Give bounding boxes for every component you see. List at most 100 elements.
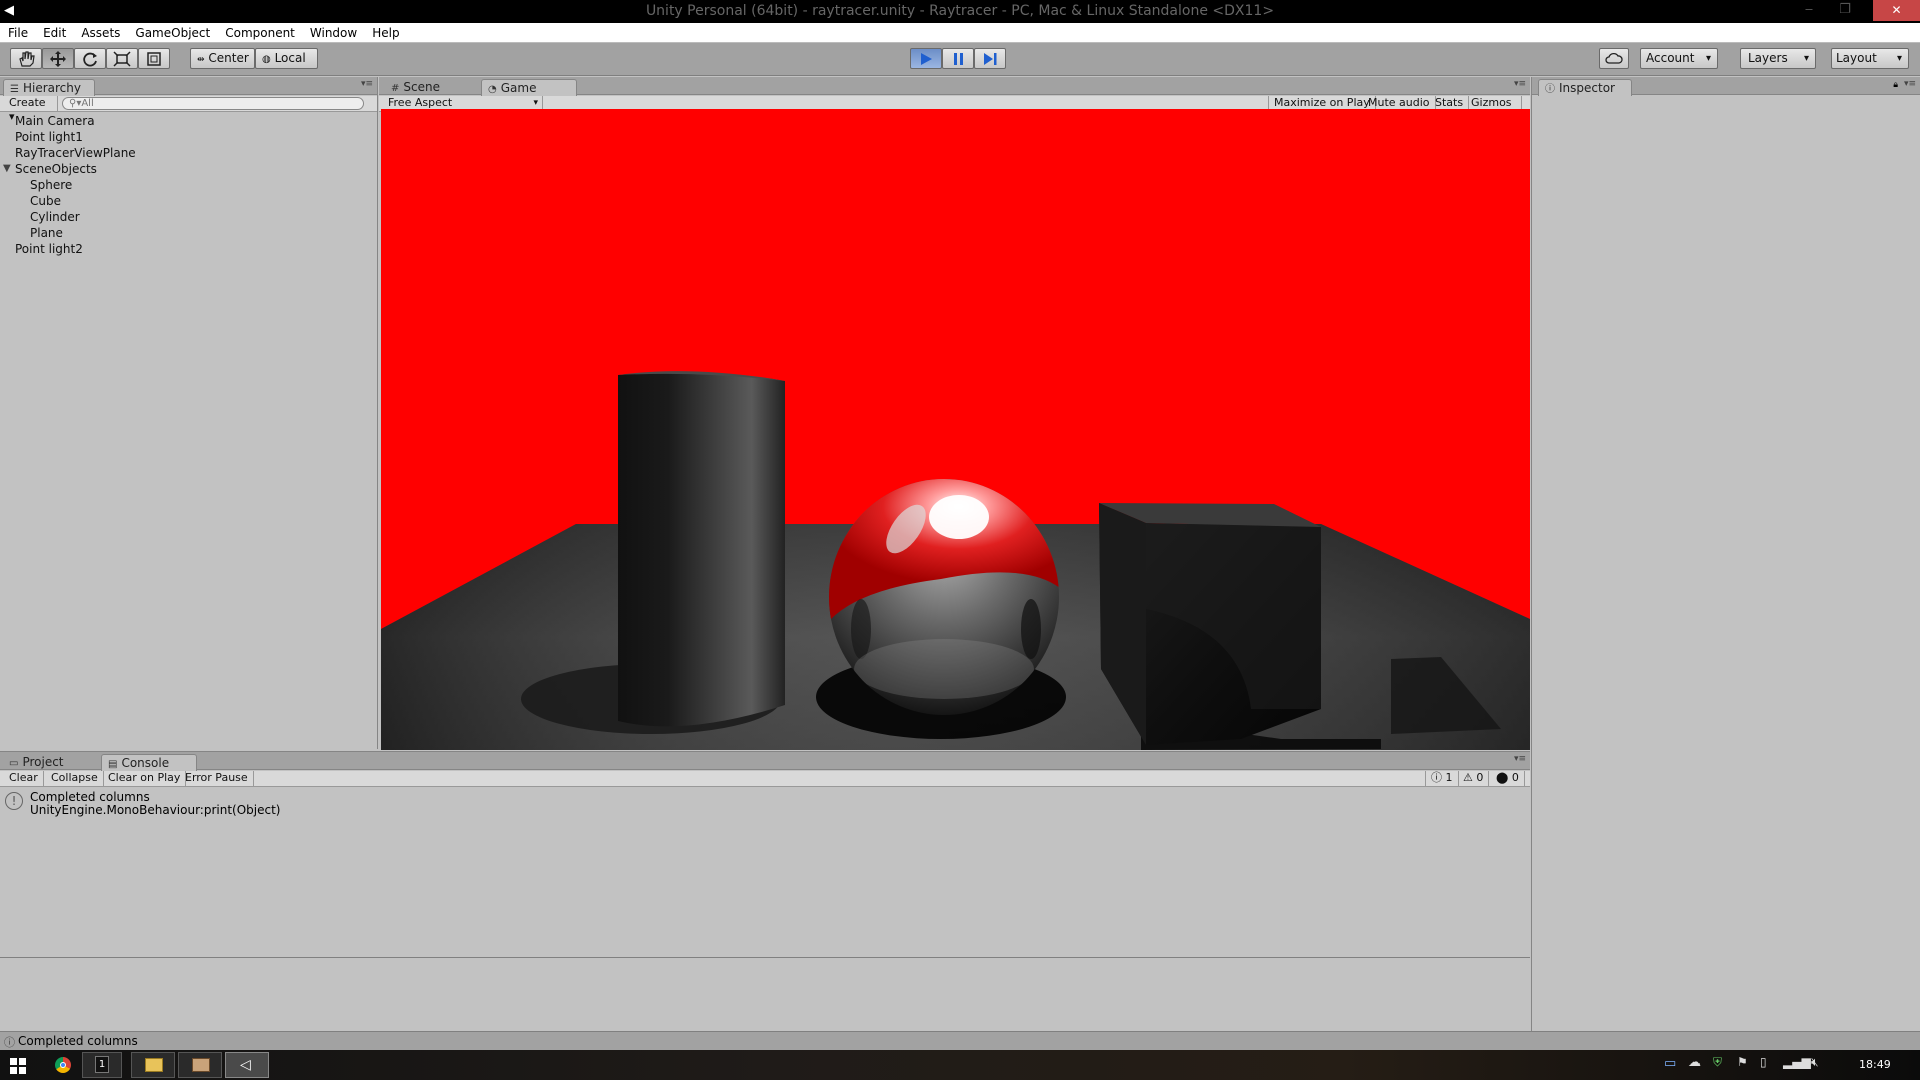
collab-cloud-button[interactable] xyxy=(1599,48,1629,69)
hierarchy-item-raytracer-view-plane[interactable]: RayTracerViewPlane xyxy=(15,146,136,160)
windows-taskbar: 1 ◁ ▭ ☁ ⛨ ⚑ ▯ ▂▄▆ 🔇︎ 18:49 xyxy=(0,1050,1920,1080)
lock-icon[interactable]: 🔒︎ xyxy=(1893,80,1898,90)
tab-scene[interactable]: # Scene xyxy=(385,79,475,96)
menu-edit[interactable]: Edit xyxy=(35,23,73,42)
folder-icon xyxy=(145,1058,163,1072)
move-tool-button[interactable] xyxy=(42,48,74,69)
tab-console[interactable]: ▤ Console xyxy=(101,754,197,771)
step-button[interactable] xyxy=(974,48,1006,69)
display-icon[interactable]: ▭ xyxy=(1664,1056,1676,1071)
rotate-tool-button[interactable] xyxy=(74,48,106,69)
status-bar[interactable]: ⓘ Completed columns xyxy=(0,1031,1920,1050)
hierarchy-item-cylinder[interactable]: Cylinder xyxy=(30,210,80,224)
menu-window[interactable]: Window xyxy=(302,23,364,42)
app-badge-icon: 1 xyxy=(95,1056,109,1073)
status-message: Completed columns xyxy=(18,1034,138,1048)
hierarchy-item-sphere[interactable]: Sphere xyxy=(30,178,72,192)
pivot-toggle-button[interactable]: ⇹ Center xyxy=(190,48,255,69)
chevron-down-icon: ▾ xyxy=(533,98,538,108)
space-toggle-button[interactable]: ◍ Local xyxy=(255,48,318,69)
taskbar-app-explorer[interactable] xyxy=(131,1052,175,1078)
network-icon[interactable]: ▂▄▆ xyxy=(1783,1055,1811,1069)
panel-menu-icon[interactable]: ▾≡ xyxy=(1514,79,1526,89)
scene-grid-icon: # xyxy=(391,83,400,94)
error-icon: ⬤ xyxy=(1496,771,1509,784)
create-label: Create xyxy=(9,96,46,109)
console-log-entry[interactable]: ! Completed columns UnityEngine.MonoBeha… xyxy=(0,788,1530,822)
console-icon: ▤ xyxy=(108,759,118,770)
hierarchy-item-point-light2[interactable]: Point light2 xyxy=(15,242,83,256)
hierarchy-item-scene-objects[interactable]: SceneObjects xyxy=(15,162,97,176)
local-space-icon: ◍ xyxy=(262,54,271,65)
clear-on-play-toggle[interactable]: Clear on Play xyxy=(103,771,187,786)
hierarchy-search-input[interactable]: ⚲▾All xyxy=(62,97,364,110)
game-view[interactable] xyxy=(381,109,1530,750)
tab-hierarchy[interactable]: ☰ Hierarchy xyxy=(3,79,95,96)
menu-help[interactable]: Help xyxy=(364,23,406,42)
inspector-panel: ⓘ Inspector 🔒︎ ▾≡ xyxy=(1531,77,1920,1031)
inspector-tabstrip: ⓘ Inspector 🔒︎ ▾≡ xyxy=(1532,77,1920,96)
error-pause-toggle[interactable]: Error Pause xyxy=(180,771,254,786)
panel-menu-icon[interactable]: ▾≡ xyxy=(1514,754,1526,764)
info-icon: ⓘ xyxy=(1545,84,1555,95)
menu-component[interactable]: Component xyxy=(217,23,302,42)
layout-dropdown[interactable]: Layout xyxy=(1831,48,1909,69)
pivot-center-icon: ⇹ xyxy=(197,55,205,65)
shield-icon[interactable]: ⛨ xyxy=(1713,1055,1722,1070)
create-dropdown[interactable]: Create ▾ xyxy=(4,96,58,123)
menu-file[interactable]: File xyxy=(0,23,35,42)
layers-dropdown[interactable]: Layers xyxy=(1740,48,1816,69)
collapse-toggle[interactable]: Collapse xyxy=(46,771,104,786)
chrome-icon[interactable] xyxy=(55,1057,71,1073)
restore-button[interactable]: ❐ xyxy=(1830,0,1860,21)
close-button[interactable]: ✕ xyxy=(1873,0,1920,21)
pause-button[interactable] xyxy=(942,48,974,69)
panel-menu-icon[interactable]: ▾≡ xyxy=(1904,79,1916,89)
menu-assets[interactable]: Assets xyxy=(73,23,127,42)
info-filter-toggle[interactable]: ⓘ 1 xyxy=(1425,771,1459,786)
hierarchy-item-cube[interactable]: Cube xyxy=(30,194,61,208)
clear-button[interactable]: Clear xyxy=(4,771,44,786)
warning-count: 0 xyxy=(1476,771,1484,784)
warning-icon: ⚠ xyxy=(1463,771,1473,784)
taskbar-app-editor[interactable] xyxy=(178,1052,222,1078)
folder-icon: ▭ xyxy=(9,758,19,769)
tab-inspector[interactable]: ⓘ Inspector xyxy=(1538,79,1632,96)
rect-tool-button[interactable] xyxy=(138,48,170,69)
hierarchy-item-main-camera[interactable]: Main Camera xyxy=(15,114,95,128)
move-icon xyxy=(50,51,66,67)
specular-highlight xyxy=(929,495,989,539)
account-dropdown[interactable]: Account xyxy=(1640,48,1718,69)
hierarchy-item-point-light1[interactable]: Point light1 xyxy=(15,130,83,144)
taskbar-app-unity[interactable]: ◁ xyxy=(225,1052,269,1078)
play-icon xyxy=(921,53,932,65)
cloud-sync-icon[interactable]: ☁ xyxy=(1688,1055,1701,1070)
error-filter-toggle[interactable]: ⬤ 0 xyxy=(1491,771,1525,786)
step-icon xyxy=(984,53,997,65)
hierarchy-list-icon: ☰ xyxy=(10,84,19,95)
scale-tool-button[interactable] xyxy=(106,48,138,69)
console-splitter[interactable] xyxy=(0,957,1530,958)
game-pacman-icon: ◔ xyxy=(488,84,497,95)
tab-scene-label: Scene xyxy=(403,80,440,94)
console-tabstrip: ▭ Project ▤ Console ▾≡ xyxy=(0,752,1530,771)
hand-tool-button[interactable] xyxy=(10,48,42,69)
windows-start-icon[interactable] xyxy=(10,1058,26,1074)
menu-gameobject[interactable]: GameObject xyxy=(127,23,217,42)
minimize-button[interactable]: ‒ xyxy=(1794,0,1824,21)
play-button[interactable] xyxy=(910,48,942,69)
tab-game[interactable]: ◔ Game xyxy=(481,79,577,96)
taskbar-app-terminal[interactable]: 1 xyxy=(82,1052,122,1078)
expand-triangle-icon[interactable]: ▼ xyxy=(3,163,11,174)
panel-menu-icon[interactable]: ▾≡ xyxy=(361,79,373,89)
space-label: Local xyxy=(274,51,306,65)
tab-project[interactable]: ▭ Project xyxy=(3,754,93,771)
taskbar-clock[interactable]: 18:49 xyxy=(1859,1058,1891,1071)
flag-icon[interactable]: ⚑ xyxy=(1737,1055,1748,1069)
tab-game-label: Game xyxy=(500,81,537,95)
volume-muted-icon[interactable]: 🔇︎ xyxy=(1811,1055,1819,1070)
hierarchy-item-plane[interactable]: Plane xyxy=(30,226,63,240)
warning-filter-toggle[interactable]: ⚠ 0 xyxy=(1458,771,1490,786)
battery-icon[interactable]: ▯ xyxy=(1760,1055,1767,1069)
hierarchy-panel: ☰ Hierarchy ▾≡ Create ▾ ⚲▾All Main Camera… xyxy=(0,77,378,749)
